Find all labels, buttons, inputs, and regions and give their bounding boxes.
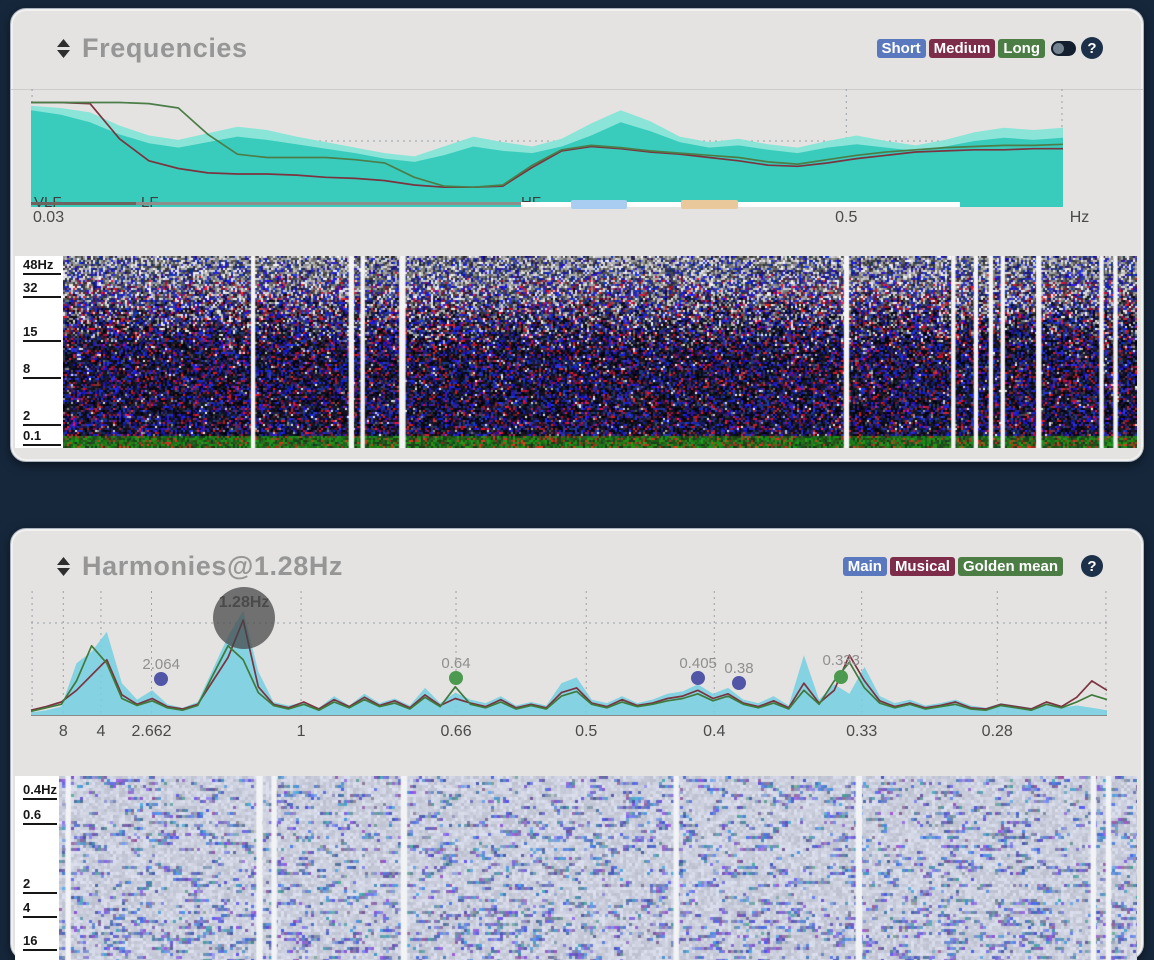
spectrogram-y-tick-0.4Hz: 0.4Hz (23, 782, 57, 800)
band-highlight-chip[interactable] (681, 200, 738, 209)
spectrogram-y-axis: 48Hz 32 15 8 2 0.1 (15, 256, 63, 448)
spectrogram-y-tick-0.6: 0.6 (23, 807, 57, 825)
band-range-bar (136, 202, 521, 205)
spectrogram-y-tick-2: 2 (23, 408, 61, 426)
harmonies-panel: Harmonies@1.28Hz MainMusicalGolden mean … (10, 528, 1144, 960)
x-tick-0.5: 0.5 (575, 723, 597, 741)
band-highlight-chip[interactable] (571, 200, 628, 209)
triangle-down-icon (57, 568, 70, 576)
harmonic-marker-0.333[interactable] (834, 670, 848, 684)
harmonic-marker-0.38[interactable] (732, 676, 746, 690)
harmonies-header: Harmonies@1.28Hz MainMusicalGolden mean … (11, 529, 1143, 603)
header-divider (11, 89, 1143, 90)
x-tick-8: 8 (59, 723, 68, 741)
frequency-x-axis: 0.03 0.5 Hz (31, 209, 1131, 233)
x-tick-0.66: 0.66 (440, 723, 471, 741)
harmonics-spectrogram[interactable] (59, 776, 1137, 960)
x-tick-0.28: 0.28 (982, 723, 1013, 741)
harmonic-marker-label: 1.28Hz (219, 594, 270, 612)
legend-badge-short[interactable]: Short (877, 39, 926, 58)
x-tick-0.5: 0.5 (835, 209, 857, 227)
collapse-expand-icon[interactable] (57, 557, 70, 576)
x-tick-Hz: Hz (1070, 209, 1090, 227)
x-tick-0.4: 0.4 (703, 723, 725, 741)
x-tick-2.662: 2.662 (131, 723, 171, 741)
harmonic-marker-label: 0.333 (822, 652, 860, 669)
spectrogram-y-tick-32: 32 (23, 280, 61, 298)
x-tick-1: 1 (297, 723, 306, 741)
panel-title: Harmonies@1.28Hz (82, 551, 343, 582)
legend-badge-long[interactable]: Long (998, 39, 1045, 58)
x-tick-4: 4 (96, 723, 105, 741)
harmonic-marker-label: 0.38 (724, 660, 753, 677)
spectrogram-y-tick-2: 2 (23, 876, 57, 894)
harmonic-markers: 1.28Hz2.0640.640.4050.380.333 (31, 599, 1107, 716)
triangle-down-icon (57, 50, 70, 58)
harmonic-marker-0.64[interactable] (449, 671, 463, 685)
panel-title: Frequencies (82, 33, 248, 64)
collapse-expand-icon[interactable] (57, 39, 70, 58)
spectrogram-y-tick-0.1: 0.1 (23, 428, 61, 446)
harmonic-marker-label: 2.064 (142, 656, 180, 673)
frequencies-panel: Frequencies ShortMediumLong ? VLFLFHF 0.… (10, 8, 1144, 462)
frequency-spectrogram[interactable] (63, 256, 1137, 448)
harmonic-marker-label: 0.64 (441, 655, 470, 672)
frequencies-header: Frequencies ShortMediumLong ? (11, 9, 1143, 87)
harmonic-marker-0.405[interactable] (691, 671, 705, 685)
frequency-chart[interactable]: VLFLFHF (31, 97, 1063, 207)
app-background: { "page": { "bg": "#16273c" }, "frequenc… (0, 0, 1154, 960)
harmonic-marker-2.064[interactable] (154, 672, 168, 686)
triangle-up-icon (57, 39, 70, 47)
legend-badge-musical[interactable]: Musical (890, 557, 955, 576)
x-tick-0.33: 0.33 (846, 723, 877, 741)
harmonics-chart[interactable]: 1.28Hz2.0640.640.4050.380.333 (31, 599, 1107, 716)
harmonic-marker-label: 0.405 (679, 655, 717, 672)
harmonies-legend: MainMusicalGolden mean (843, 557, 1063, 576)
band-labels: VLFLFHF (31, 97, 1063, 207)
spectrogram-y-tick-4: 4 (23, 900, 57, 918)
legend-badge-main[interactable]: Main (843, 557, 887, 576)
spectrogram-y-tick-16: 16 (23, 933, 57, 951)
triangle-up-icon (57, 557, 70, 565)
help-button[interactable]: ? (1081, 555, 1103, 577)
help-button[interactable]: ? (1081, 37, 1103, 59)
x-tick-0.03: 0.03 (33, 209, 64, 227)
frequencies-legend: ShortMediumLong (877, 39, 1046, 58)
spectrogram-y-tick-48Hz: 48Hz (23, 257, 61, 275)
band-range-bar (31, 202, 136, 205)
legend-toggle[interactable] (1051, 41, 1076, 56)
harmonics-x-axis: 8 4 2.662 1 0.66 0.5 0.4 0.33 0.28 (31, 723, 1107, 747)
spectrogram-y-axis: 0.4Hz 0.6 2 4 16 (15, 776, 59, 960)
spectrogram-y-tick-8: 8 (23, 361, 61, 379)
legend-badge-medium[interactable]: Medium (929, 39, 996, 58)
legend-badge-golden-mean[interactable]: Golden mean (958, 557, 1063, 576)
spectrogram-y-tick-15: 15 (23, 324, 61, 342)
